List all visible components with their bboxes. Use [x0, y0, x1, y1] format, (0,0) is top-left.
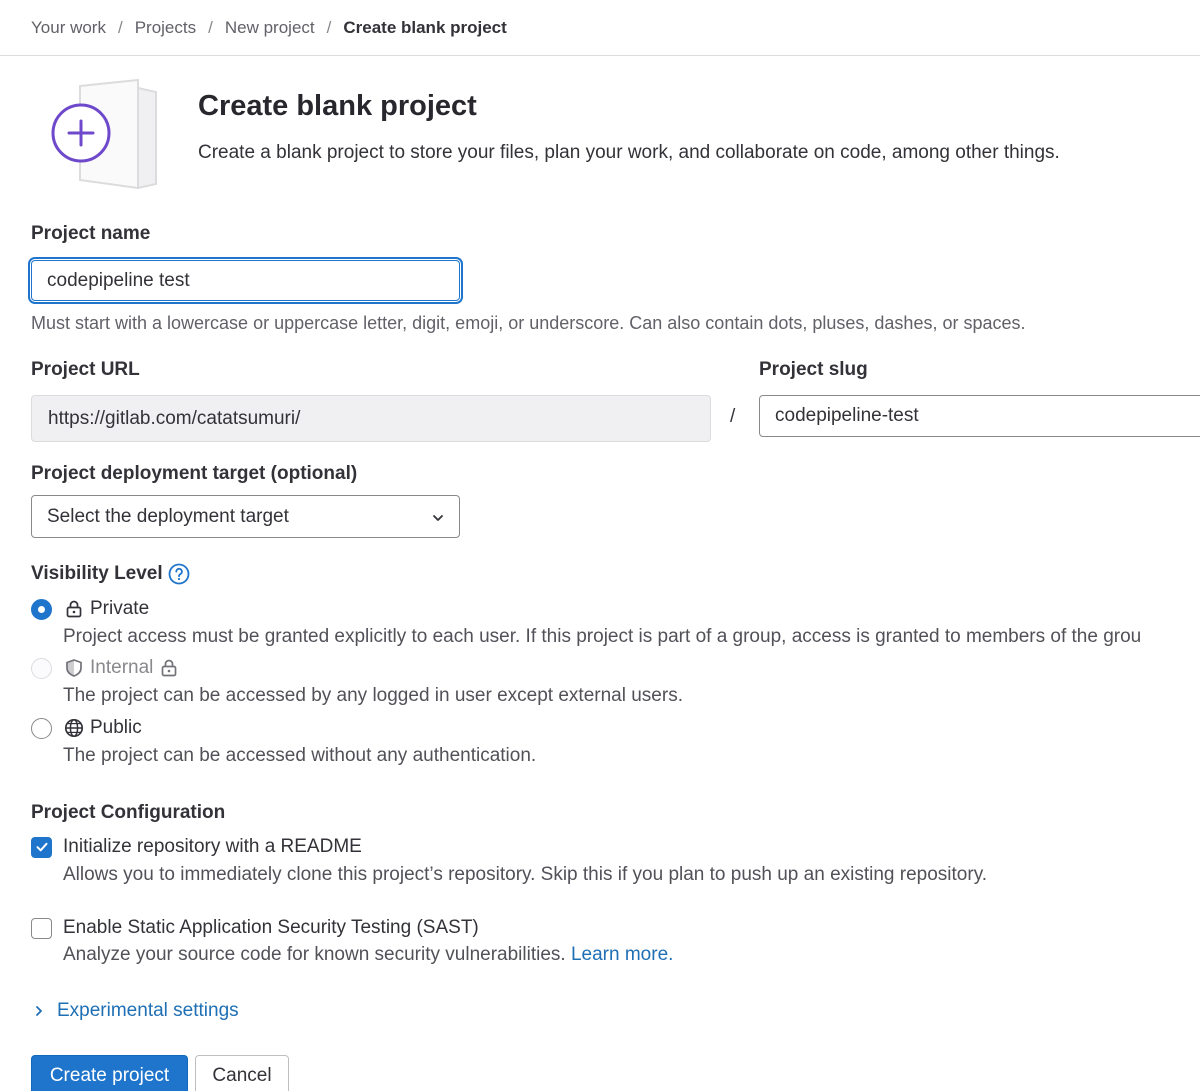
- public-description: The project can be accessed without any …: [63, 745, 537, 766]
- sast-description-row: Analyze your source code for known secur…: [63, 944, 673, 966]
- project-configuration-label: Project Configuration: [31, 802, 226, 823]
- project-url-label: Project URL: [31, 359, 140, 380]
- project-slug-label: Project slug: [759, 359, 868, 380]
- visibility-label-row: Visibility Level: [31, 563, 190, 585]
- internal-radio: [31, 657, 52, 679]
- lock-icon: [159, 658, 179, 678]
- private-radio[interactable]: [31, 598, 52, 620]
- breadcrumb-separator: /: [326, 17, 332, 37]
- breadcrumb-separator: /: [117, 17, 123, 37]
- breadcrumb-your-work[interactable]: Your work: [31, 18, 106, 38]
- cancel-button[interactable]: Cancel: [195, 1055, 289, 1091]
- public-radio[interactable]: [31, 717, 52, 739]
- breadcrumb-current: Create blank project: [343, 17, 507, 37]
- visibility-label: Visibility Level: [31, 563, 163, 584]
- learn-more-link[interactable]: Learn more.: [571, 944, 673, 965]
- breadcrumb: Your work / Projects / New project / Cre…: [0, 0, 1200, 56]
- question-circle-icon[interactable]: [168, 563, 190, 585]
- deployment-target-select[interactable]: Select the deployment target: [31, 495, 460, 538]
- private-description: Project access must be granted explicitl…: [63, 626, 1142, 647]
- project-name-input[interactable]: [31, 260, 460, 301]
- public-label: Public: [90, 717, 142, 738]
- sast-description: Analyze your source code for known secur…: [63, 944, 566, 965]
- globe-icon: [64, 718, 84, 738]
- private-label: Private: [90, 598, 150, 619]
- readme-description: Allows you to immediately clone this pro…: [63, 864, 988, 885]
- url-separator: /: [730, 406, 736, 427]
- page-description: Create a blank project to store your fil…: [198, 142, 1060, 163]
- chevron-down-icon: [431, 509, 445, 531]
- create-project-button[interactable]: Create project: [31, 1055, 188, 1091]
- project-url-prefix: https://gitlab.com/catatsumuri/: [31, 395, 711, 442]
- breadcrumb-separator: /: [208, 17, 213, 37]
- deployment-target-label: Project deployment target (optional): [31, 463, 358, 484]
- sast-option[interactable]: Enable Static Application Security Testi…: [31, 917, 479, 939]
- breadcrumb-projects[interactable]: Projects: [135, 18, 196, 38]
- project-name-help: Must start with a lowercase or uppercase…: [31, 313, 1026, 333]
- experimental-settings-toggle[interactable]: Experimental settings: [33, 1000, 239, 1022]
- shield-icon: [64, 658, 84, 678]
- lock-icon: [64, 599, 84, 619]
- blank-project-illustration: [50, 78, 162, 190]
- deployment-target-value: Select the deployment target: [47, 505, 289, 527]
- project-slug-input[interactable]: [759, 395, 1200, 437]
- visibility-option-public[interactable]: Public: [31, 717, 142, 739]
- project-name-label: Project name: [31, 223, 151, 244]
- visibility-option-private[interactable]: Private: [31, 598, 149, 620]
- check-icon: [36, 842, 47, 852]
- sast-checkbox[interactable]: [31, 917, 52, 939]
- page-title: Create blank project: [198, 90, 477, 122]
- readme-option[interactable]: Initialize repository with a README: [31, 836, 362, 858]
- readme-label: Initialize repository with a README: [63, 836, 362, 857]
- sast-label: Enable Static Application Security Testi…: [63, 917, 479, 938]
- breadcrumb-new-project[interactable]: New project: [225, 18, 315, 38]
- readme-checkbox[interactable]: [31, 836, 52, 858]
- chevron-right-icon: [33, 1004, 45, 1018]
- internal-description: The project can be accessed by any logge…: [63, 685, 683, 706]
- experimental-settings-label: Experimental settings: [57, 1000, 239, 1021]
- visibility-option-internal: Internal: [31, 657, 179, 679]
- internal-label: Internal: [90, 657, 154, 678]
